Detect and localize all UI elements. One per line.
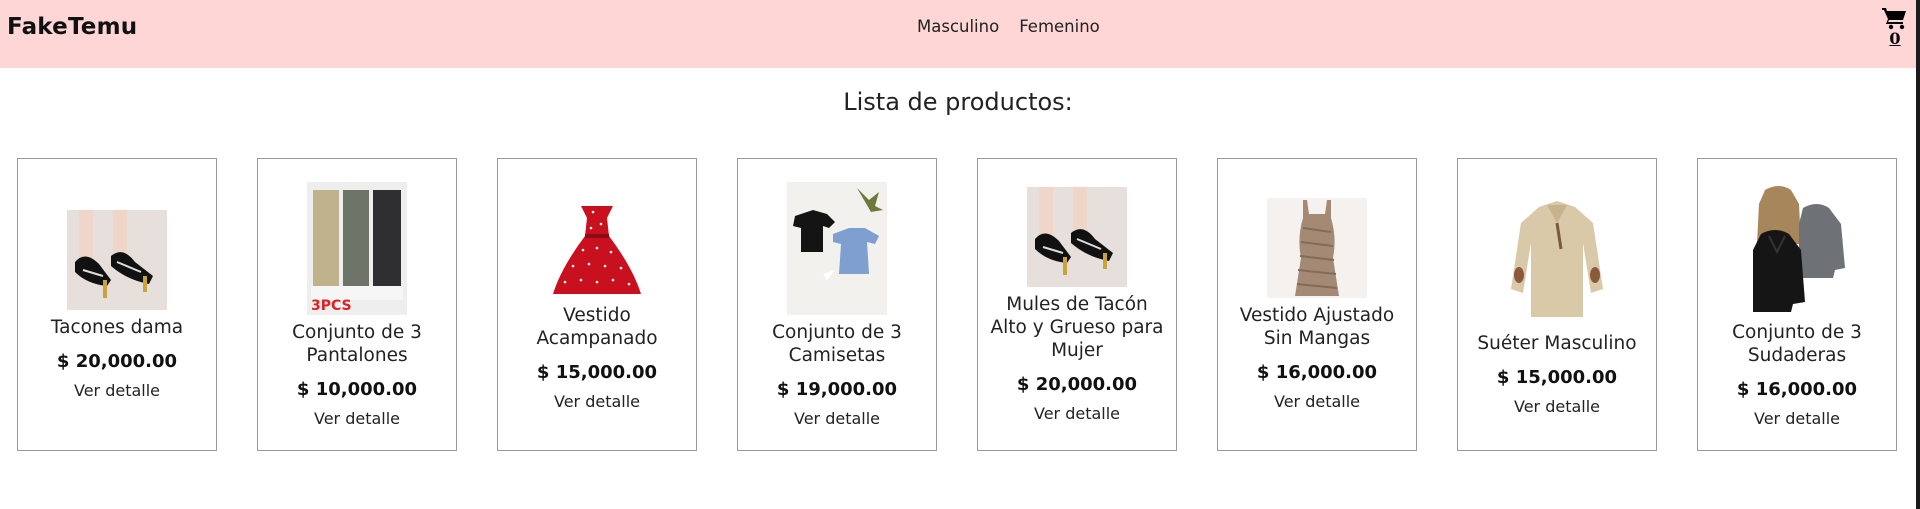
brand-logo[interactable]: FakeTemu [7,14,137,40]
three-tshirts-image [787,181,887,315]
product-card: 3PCS Conjunto de 3 Pantalones $ 10,000.0… [257,158,457,451]
three-hoodies-image [1747,181,1847,315]
product-name: Suéter Masculino [1477,333,1637,354]
page-title: Lista de productos: [843,88,1073,116]
view-detail-link[interactable]: Ver detalle [1274,392,1360,411]
fitted-dress-image [1267,198,1367,298]
cart-count: 0 [1889,29,1901,48]
three-pants-image: 3PCS [307,181,407,315]
product-price: $ 15,000.00 [536,362,658,383]
view-detail-link[interactable]: Ver detalle [794,409,880,428]
product-card: Mules de Tacón Alto y Grueso para Mujer … [977,158,1177,451]
product-list: Tacones dama $ 20,000.00 Ver detalle 3PC… [17,158,1897,451]
view-detail-link[interactable]: Ver detalle [1754,409,1840,428]
cart-button[interactable]: 0 [1881,6,1909,48]
product-name: Conjunto de 3 Sudaderas [1732,321,1862,366]
nav-link-masculino[interactable]: Masculino [917,17,999,36]
cart-icon [1882,8,1906,30]
window-edge [1916,0,1920,509]
black-heels-image [67,209,167,310]
view-detail-link[interactable]: Ver detalle [1514,397,1600,416]
product-card: Suéter Masculino $ 15,000.00 Ver detalle [1457,158,1657,451]
product-name: Mules de Tacón Alto y Grueso para Mujer [990,293,1164,361]
nav-menu: Masculino Femenino [917,17,1100,36]
product-price: $ 16,000.00 [1256,362,1378,383]
pack-badge: 3PCS [311,298,352,314]
product-name: Vestido Acampanado [536,305,658,349]
view-detail-link[interactable]: Ver detalle [1034,404,1120,423]
navbar: FakeTemu Masculino Femenino 0 [0,0,1916,68]
product-card: Conjunto de 3 Camisetas $ 19,000.00 Ver … [737,158,937,451]
product-name: Conjunto de 3 Pantalones [292,321,422,366]
product-name: Conjunto de 3 Camisetas [772,321,902,366]
product-price: $ 16,000.00 [1736,378,1858,400]
view-detail-link[interactable]: Ver detalle [554,392,640,411]
product-price: $ 20,000.00 [56,350,178,372]
view-detail-link[interactable]: Ver detalle [74,381,160,400]
product-card: Vestido Ajustado Sin Mangas $ 16,000.00 … [1217,158,1417,451]
nav-link-femenino[interactable]: Femenino [1019,17,1100,36]
polka-dot-dress-image [547,198,647,298]
product-price: $ 15,000.00 [1496,367,1618,388]
product-price: $ 20,000.00 [1016,373,1138,395]
product-card: Tacones dama $ 20,000.00 Ver detalle [17,158,217,451]
black-mules-image [1027,186,1127,287]
product-card: Vestido Acampanado $ 15,000.00 Ver detal… [497,158,697,451]
product-price: $ 19,000.00 [776,378,898,400]
product-card: Conjunto de 3 Sudaderas $ 16,000.00 Ver … [1697,158,1897,451]
product-price: $ 10,000.00 [296,378,418,400]
product-name: Tacones dama [50,316,184,338]
beige-sweater-image [1507,193,1607,326]
product-name: Vestido Ajustado Sin Mangas [1239,305,1395,349]
view-detail-link[interactable]: Ver detalle [314,409,400,428]
